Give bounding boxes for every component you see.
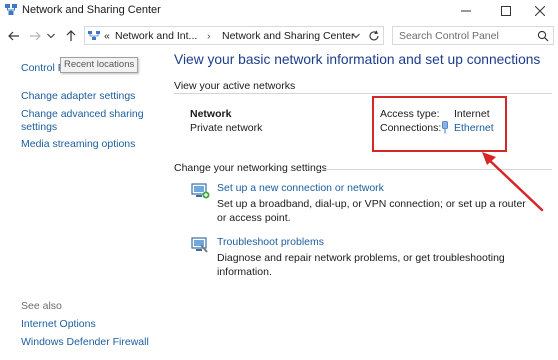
troubleshoot-problems-description: Diagnose and repair network problems, or… <box>217 252 505 278</box>
minimize-icon <box>461 10 471 12</box>
close-button[interactable] <box>522 0 558 22</box>
active-networks-header: View your active networks <box>174 80 296 92</box>
annotation-highlight-box <box>372 96 507 152</box>
troubleshoot-problems-link[interactable]: Troubleshoot problems <box>217 236 324 248</box>
setup-new-connection-link[interactable]: Set up a new connection or network <box>217 182 384 194</box>
breadcrumb-network-internet[interactable]: Network and Int... <box>115 30 197 42</box>
breadcrumb-network-sharing-center[interactable]: Network and Sharing Center <box>222 30 355 42</box>
see-also-header: See also <box>21 300 62 312</box>
address-bar[interactable]: « Network and Int... › Network and Shari… <box>84 26 384 45</box>
up-arrow-icon <box>66 30 76 41</box>
change-advanced-sharing-link[interactable]: Change advanced sharing settings <box>21 108 151 134</box>
internet-options-link[interactable]: Internet Options <box>21 318 96 331</box>
windows-defender-firewall-link[interactable]: Windows Defender Firewall <box>21 336 149 349</box>
address-row: « Network and Int... › Network and Shari… <box>0 23 558 49</box>
chevron-down-icon <box>47 33 55 39</box>
minimize-button[interactable] <box>448 0 484 22</box>
refresh-icon[interactable] <box>368 30 380 42</box>
change-settings-header: Change your networking settings <box>174 162 327 174</box>
media-streaming-options-link[interactable]: Media streaming options <box>21 138 135 151</box>
network-name: Network <box>190 108 232 120</box>
maximize-icon <box>501 6 511 16</box>
troubleshoot-icon <box>191 237 208 253</box>
breadcrumb-separator-icon: › <box>207 30 211 42</box>
divider <box>174 93 552 94</box>
search-icon[interactable] <box>537 30 549 42</box>
address-dropdown-icon[interactable] <box>352 33 360 39</box>
back-button[interactable] <box>6 27 22 45</box>
maximize-button[interactable] <box>488 0 524 22</box>
window-title: Network and Sharing Center <box>22 4 161 16</box>
network-type: Private network <box>190 122 263 134</box>
forward-button[interactable] <box>27 27 43 45</box>
page-title: View your basic network information and … <box>174 52 541 67</box>
breadcrumb-overflow[interactable]: « <box>104 30 110 42</box>
close-icon <box>535 6 545 16</box>
forward-arrow-icon <box>30 31 41 41</box>
search-input[interactable]: Search Control Panel <box>392 26 554 45</box>
search-placeholder: Search Control Panel <box>399 30 499 42</box>
up-button[interactable] <box>63 27 79 45</box>
recent-locations-tooltip: Recent locations <box>60 57 138 73</box>
new-connection-icon <box>191 183 210 199</box>
annotation-arrow <box>482 152 544 212</box>
network-center-icon <box>5 4 17 15</box>
title-bar: Network and Sharing Center <box>0 0 558 22</box>
recent-locations-button[interactable] <box>45 27 57 45</box>
change-adapter-settings-link[interactable]: Change adapter settings <box>21 90 135 103</box>
control-panel-icon <box>88 31 100 40</box>
back-arrow-icon <box>8 31 19 41</box>
